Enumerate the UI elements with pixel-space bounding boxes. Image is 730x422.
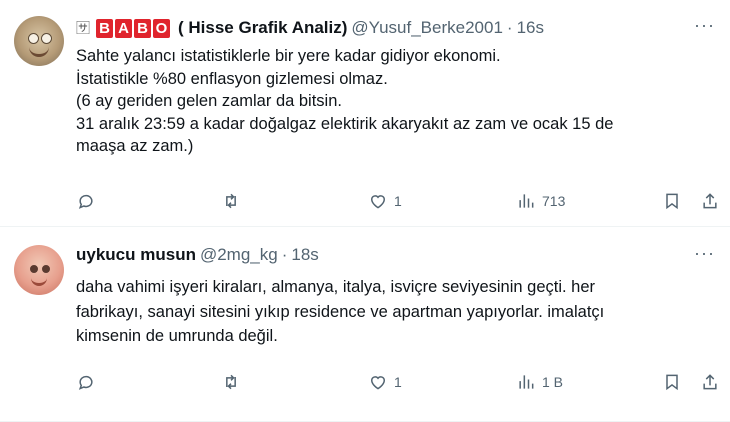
retweet-button[interactable] (221, 372, 241, 392)
avatar-eye (30, 265, 38, 273)
tweet-text-line: kimsenin de umrunda değil. (76, 327, 278, 345)
tweet-text-line: 31 aralık 23:59 a kadar doğalgaz elektir… (76, 114, 614, 133)
more-icon[interactable]: ··· (694, 16, 714, 39)
reply-button[interactable] (76, 372, 96, 392)
like-button[interactable]: 1 (368, 191, 402, 211)
tweet[interactable]: 🈂 B A B O ( Hisse Grafik Analiz) @Yusuf_… (0, 0, 730, 227)
like-count: 1 (394, 374, 402, 390)
avatar[interactable] (14, 245, 64, 295)
display-name[interactable]: ( Hisse Grafik Analiz) (178, 18, 347, 38)
tweet-actions: 1 1 B (76, 371, 720, 393)
share-icon (703, 374, 717, 390)
name-letter-tile: B (96, 18, 113, 38)
name-letter-tile: B (134, 18, 151, 38)
name-letter-tile: A (115, 18, 132, 38)
user-handle[interactable]: @Yusuf_Berke2001 (351, 18, 502, 38)
tweet-text-line: maaşa az zam.) (76, 137, 194, 155)
tweet-text: daha vahimi işyeri kiraları, almanya, it… (76, 275, 714, 349)
like-count: 1 (394, 193, 402, 209)
tweet-text-line: daha vahimi işyeri kiraları, almanya, it… (76, 278, 596, 296)
like-button[interactable]: 1 (368, 372, 402, 392)
bookmark-icon (666, 193, 678, 210)
like-icon (370, 195, 386, 209)
bookmark-button[interactable] (662, 191, 682, 211)
share-icon (703, 193, 717, 209)
share-button[interactable] (700, 372, 720, 392)
views-count: 713 (542, 193, 566, 209)
avatar[interactable] (14, 16, 64, 66)
avatar-eye (41, 33, 52, 44)
tweet[interactable]: uykucu musun @2mg_kg · 18s ··· daha vahi… (0, 227, 730, 422)
reply-icon (78, 375, 93, 390)
display-name[interactable]: uykucu musun (76, 245, 196, 265)
retweet-button[interactable] (221, 191, 241, 211)
avatar-eye (28, 33, 39, 44)
timestamp[interactable]: 16s (517, 18, 544, 38)
name-letter-tile: O (153, 18, 170, 38)
views-button[interactable]: 1 B (516, 372, 563, 392)
views-icon (519, 194, 534, 208)
retweet-icon (226, 193, 236, 209)
user-handle[interactable]: @2mg_kg (200, 245, 278, 265)
views-icon (519, 375, 534, 389)
views-button[interactable]: 713 (516, 191, 565, 211)
tweet-text-line: İstatistikle %80 enflasyon gizlemesi olm… (76, 69, 388, 88)
tweet-actions: 1 713 (76, 190, 720, 212)
reply-icon (78, 194, 93, 209)
share-button[interactable] (700, 191, 720, 211)
retweet-icon (226, 374, 236, 390)
like-icon (370, 376, 386, 390)
avatar-mouth (31, 276, 47, 286)
separator: · (506, 18, 513, 37)
tweet-text-line: Sahte yalancı istatistiklerle bir yere k… (76, 47, 501, 65)
timestamp[interactable]: 18s (291, 245, 318, 265)
avatar-mouth (29, 47, 49, 57)
tweet-text: Sahte yalancı istatistiklerle bir yere k… (76, 45, 714, 158)
tweet-header: 🈂 B A B O ( Hisse Grafik Analiz) @Yusuf_… (76, 17, 680, 39)
tweet-text-line: fabrikayı, sanayi sitesini yıkıp residen… (76, 302, 605, 321)
tweet-header: uykucu musun @2mg_kg · 18s (76, 244, 680, 266)
bookmark-icon (666, 374, 678, 391)
tweet-text-line: (6 ay geriden gelen zamlar da bitsin. (76, 92, 342, 110)
views-count: 1 B (542, 374, 564, 390)
bookmark-button[interactable] (662, 372, 682, 392)
name-emoji: 🈂 (76, 20, 90, 36)
reply-button[interactable] (76, 191, 96, 211)
more-icon[interactable]: ··· (694, 244, 714, 267)
separator: · (281, 245, 288, 264)
avatar-eye (42, 265, 50, 273)
